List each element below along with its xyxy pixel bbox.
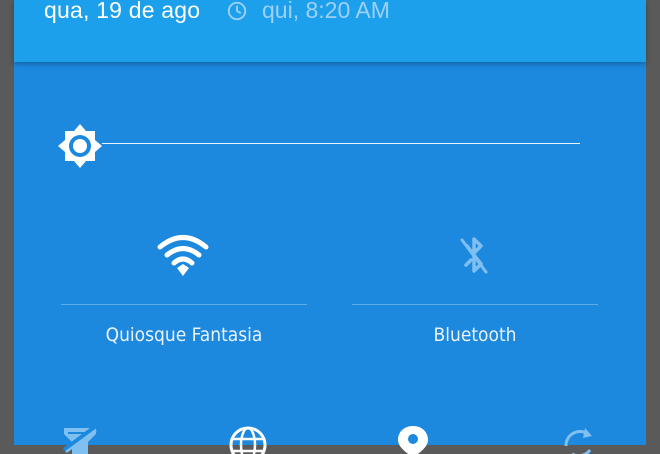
tile-divider <box>61 304 307 305</box>
alarm-clock-icon <box>227 1 247 21</box>
globe-icon[interactable] <box>228 424 268 454</box>
auto-rotate-icon[interactable] <box>558 424 598 454</box>
brightness-slider[interactable] <box>50 116 584 172</box>
tile-wifi[interactable]: Quiosque Fantasia <box>61 232 307 362</box>
location-icon[interactable] <box>393 424 433 454</box>
next-alarm-text[interactable]: qui, 8:20 AM <box>262 0 390 24</box>
status-header: qua, 19 de ago qui, 8:20 AM <box>14 0 646 62</box>
tile-label[interactable]: Bluetooth <box>352 324 598 346</box>
tile-divider <box>352 304 598 305</box>
wifi-icon <box>157 235 209 276</box>
brightness-track[interactable] <box>102 143 580 144</box>
bluetooth-off-icon <box>460 237 488 274</box>
brightness-icon[interactable] <box>56 122 104 170</box>
date-text[interactable]: qua, 19 de ago <box>44 0 200 24</box>
tile-bluetooth[interactable]: Bluetooth <box>352 232 598 362</box>
tile-label[interactable]: Quiosque Fantasia <box>61 324 307 346</box>
flashlight-icon[interactable] <box>60 424 100 454</box>
quick-settings-panel: qua, 19 de ago qui, 8:20 AM Quiosque Fan… <box>14 0 646 454</box>
